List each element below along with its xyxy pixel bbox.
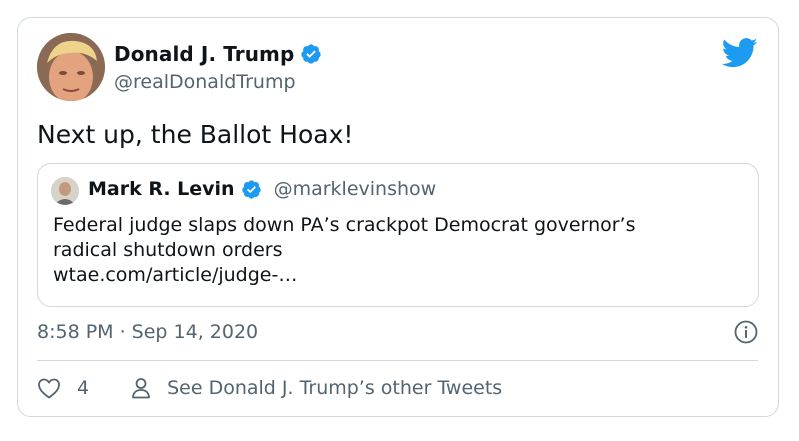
tweet-card[interactable]: Donald J. Trump @realDonaldTrump Next up… — [17, 17, 779, 417]
author-name-row[interactable]: Donald J. Trump — [114, 42, 322, 66]
tweet-timestamp[interactable]: 8:58 PM · Sep 14, 2020 — [37, 321, 258, 343]
quoted-author-avatar[interactable] — [51, 177, 79, 205]
quoted-tweet-line: radical shutdown orders — [53, 239, 283, 261]
quoted-tweet-line: Federal judge slaps down PA’s crackpot D… — [53, 214, 636, 236]
verified-badge-icon — [301, 44, 322, 64]
quoted-tweet-body: Federal judge slaps down PA’s crackpot D… — [53, 213, 743, 288]
like-count: 4 — [77, 377, 90, 399]
person-icon[interactable] — [131, 377, 151, 399]
tweet-actions: 4 See Donald J. Trump’s other Tweets — [37, 377, 502, 399]
author-avatar[interactable] — [37, 33, 105, 101]
quoted-author-name[interactable]: Mark R. Levin — [88, 178, 235, 200]
heart-icon[interactable] — [37, 377, 61, 399]
divider — [37, 360, 758, 361]
author-handle[interactable]: @realDonaldTrump — [114, 71, 296, 93]
verified-badge-icon — [241, 179, 261, 199]
other-tweets-link[interactable]: See Donald J. Trump’s other Tweets — [167, 377, 502, 399]
twitter-bird-icon[interactable] — [722, 38, 758, 68]
author-name[interactable]: Donald J. Trump — [114, 42, 294, 66]
tweet-text: Next up, the Ballot Hoax! — [37, 120, 354, 149]
quoted-author-row[interactable]: Mark R. Levin @marklevinshow — [88, 178, 436, 200]
quoted-author-handle[interactable]: @marklevinshow — [274, 178, 437, 200]
quoted-tweet-link[interactable]: wtae.com/article/judge-… — [53, 263, 743, 288]
quoted-tweet[interactable]: Mark R. Levin @marklevinshow Federal jud… — [37, 163, 759, 307]
info-icon[interactable] — [734, 320, 758, 344]
